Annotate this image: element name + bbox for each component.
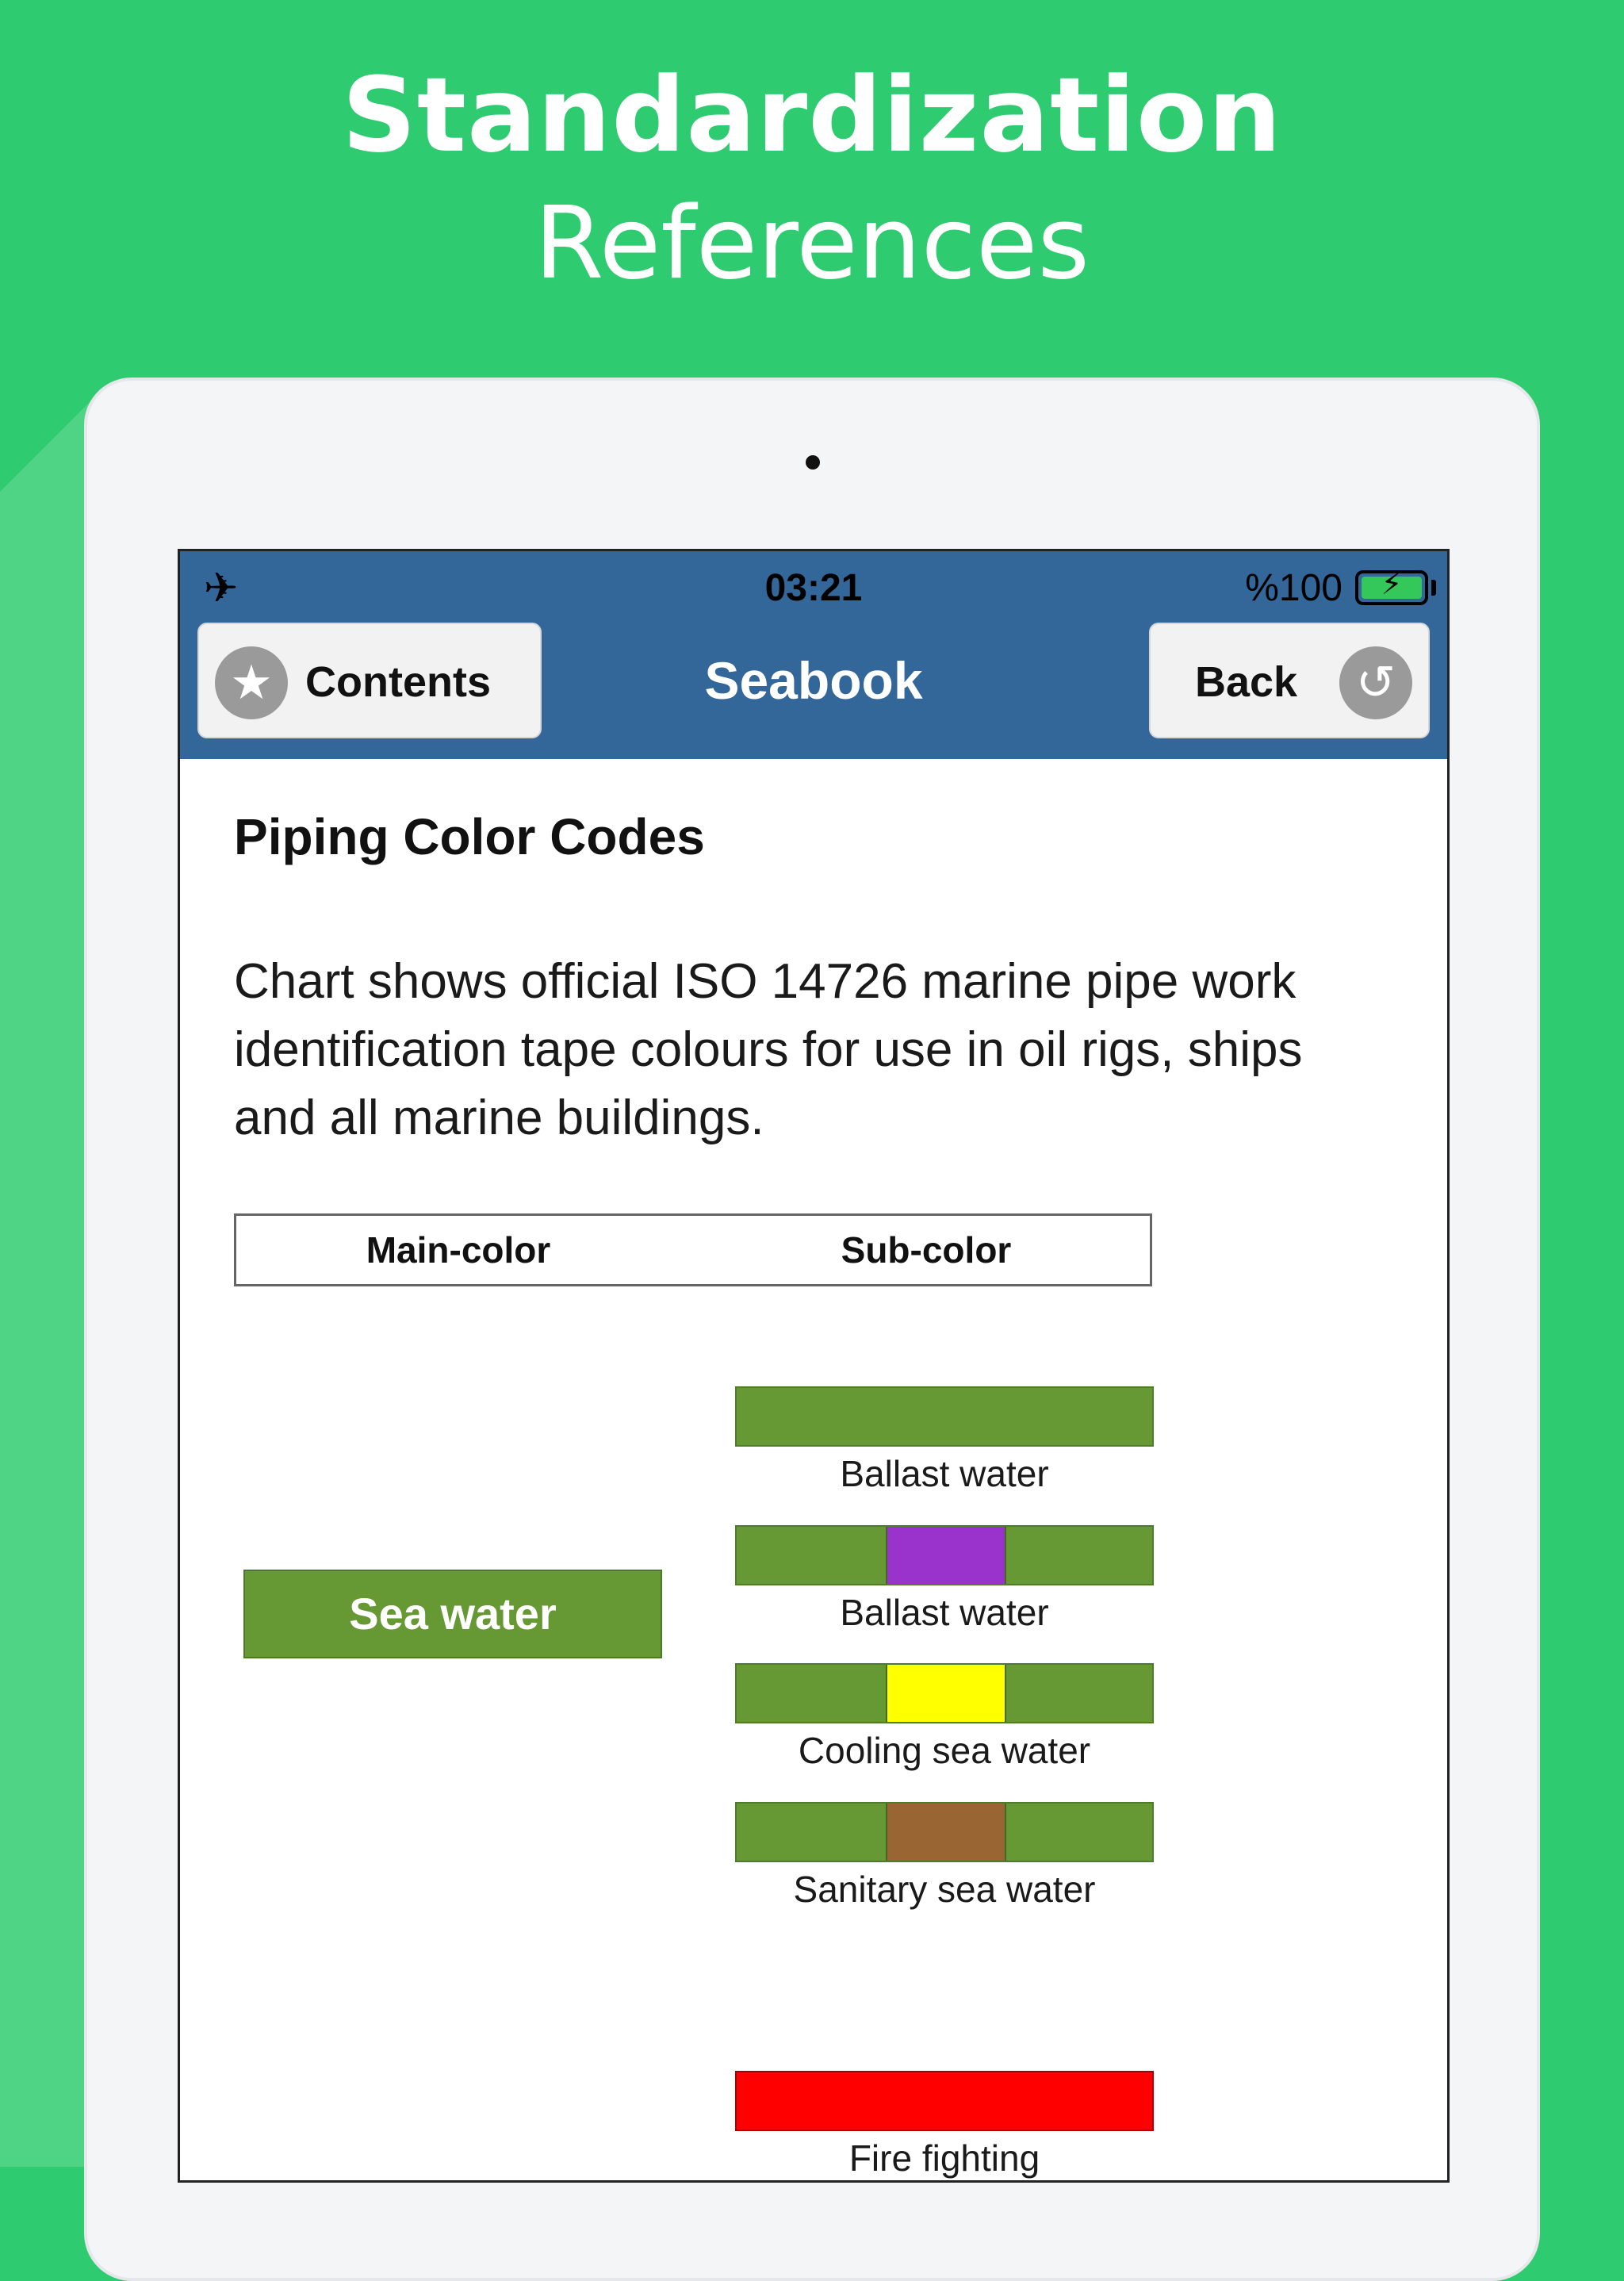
legend-sub-color: Sub-color — [841, 1229, 1012, 1271]
sub-color-bar — [735, 1386, 1154, 1447]
navigation-bar: ✈ 03:21 %100 ⚡ ★ Contents Seabook Back ↺ — [180, 551, 1447, 759]
charging-bolt-icon: ⚡ — [1381, 568, 1403, 601]
promo-subtitle: References — [534, 185, 1090, 301]
battery-percent: %100 — [1245, 567, 1342, 609]
legend-main-color: Main-color — [366, 1229, 551, 1271]
page-title: Piping Color Codes — [234, 808, 705, 865]
page-description: Chart shows official ISO 14726 marine pi… — [234, 954, 1303, 1145]
color-legend-header: Main-color Sub-color — [234, 1213, 1152, 1286]
sub-color-bar — [735, 1663, 1154, 1723]
back-button-label: Back — [1195, 658, 1298, 706]
battery-nub — [1431, 580, 1436, 596]
undo-arrow-icon: ↺ — [1339, 646, 1412, 719]
sub-color-label: Cooling sea water — [798, 1730, 1091, 1771]
battery-icon: ⚡ — [1355, 568, 1428, 605]
sub-color-label: Ballast water — [840, 1453, 1049, 1494]
back-button[interactable]: Back ↺ — [1149, 623, 1430, 738]
main-color-swatch: Sea water — [243, 1570, 662, 1658]
sub-color-bar — [735, 1802, 1154, 1862]
sub-color-label: Ballast water — [840, 1592, 1049, 1633]
promo-title: Standardization — [342, 55, 1282, 175]
sub-color-bar — [735, 2071, 1154, 2131]
sub-color-bar — [735, 1525, 1154, 1585]
camera-dot — [806, 455, 820, 470]
sub-color-label: Sanitary sea water — [793, 1869, 1096, 1910]
sub-color-label: Fire fighting — [848, 2137, 1040, 2179]
sub-color-stripe — [886, 1527, 1006, 1584]
sub-color-stripe — [886, 1804, 1006, 1861]
sub-color-stripe — [886, 1665, 1006, 1722]
app-screen: ✈ 03:21 %100 ⚡ ★ Contents Seabook Back ↺… — [178, 549, 1450, 2183]
